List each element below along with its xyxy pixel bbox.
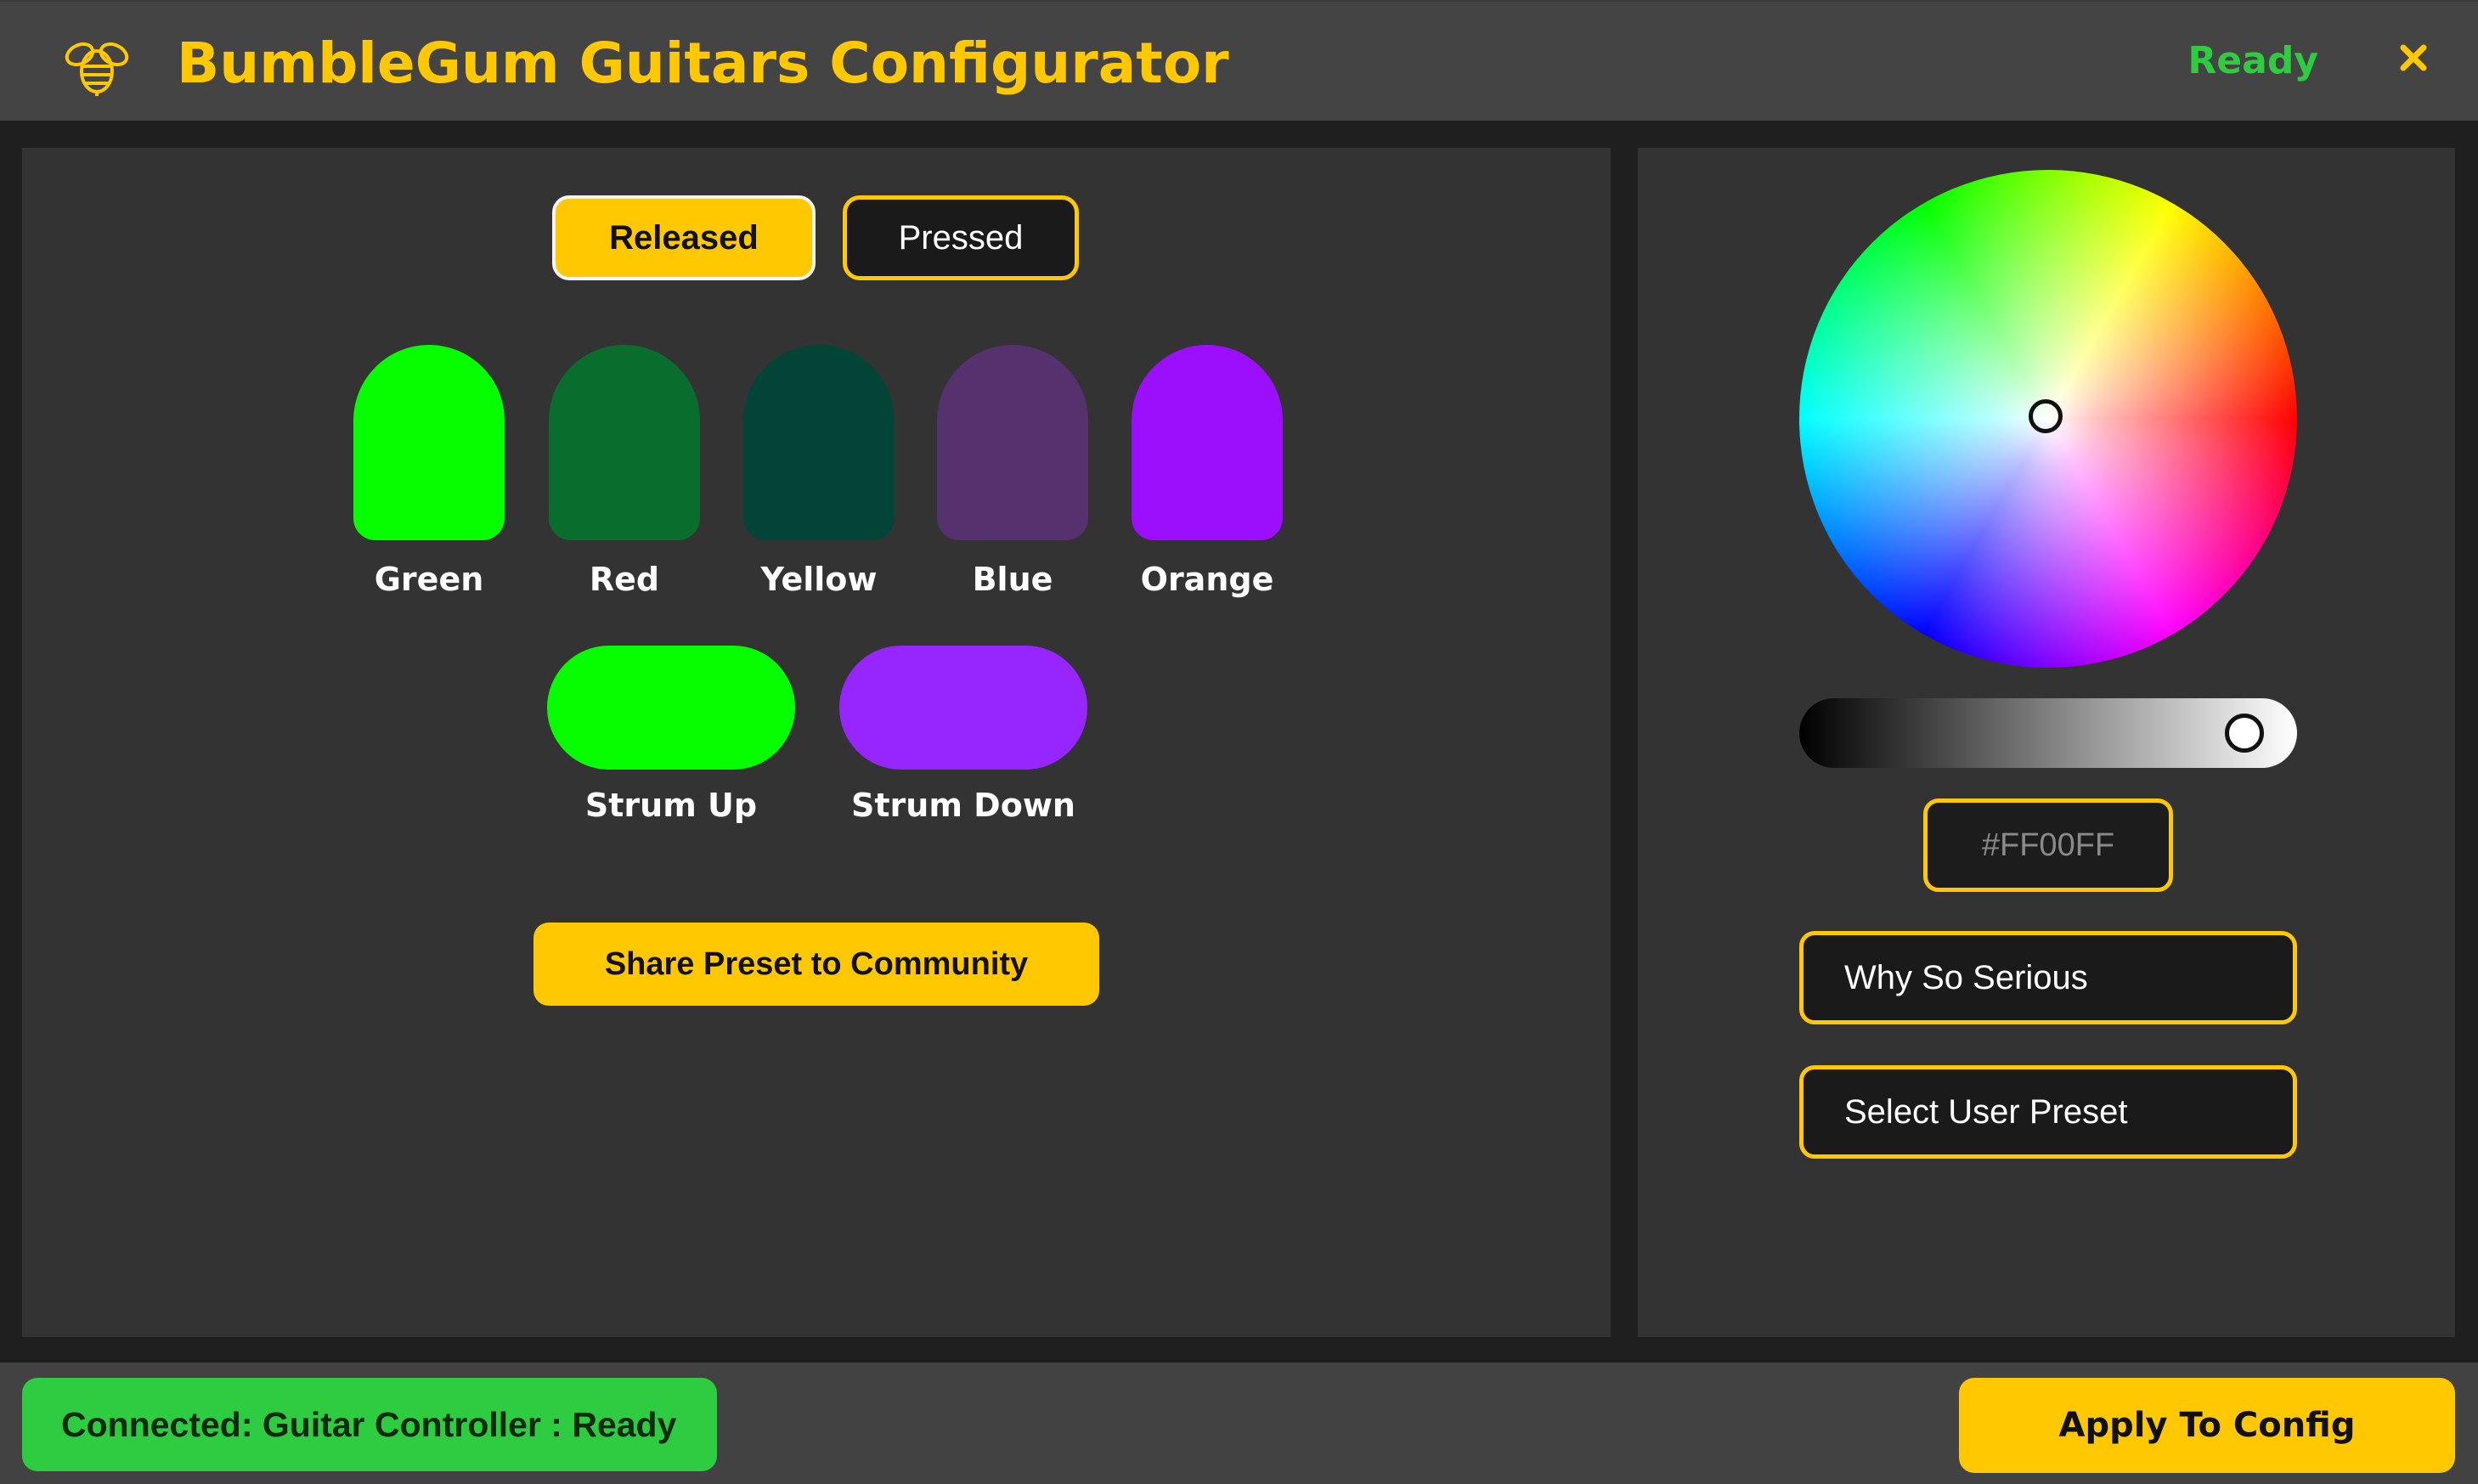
strum-down-label: Strum Down (851, 787, 1075, 824)
fret-label-yellow: Yellow (760, 561, 878, 598)
status-label: Ready (2187, 39, 2318, 82)
fret-label-green: Green (374, 561, 484, 598)
status-bar: Connected: Guitar Controller : Ready App… (0, 1363, 2478, 1484)
strum-up-button[interactable] (547, 646, 795, 770)
fret-button-blue[interactable] (937, 345, 1088, 540)
strum-up-label: Strum Up (584, 787, 758, 824)
fret-button-yellow[interactable] (743, 345, 895, 540)
fret-label-orange: Orange (1140, 561, 1274, 598)
apply-config-button[interactable]: Apply To Config (1959, 1378, 2455, 1473)
fret-button-orange[interactable] (1132, 345, 1283, 540)
user-preset-select[interactable]: Select User Preset (1799, 1065, 2297, 1159)
close-icon[interactable] (2396, 41, 2430, 75)
strum-down-button[interactable] (839, 646, 1087, 770)
connection-status-badge: Connected: Guitar Controller : Ready (22, 1378, 717, 1471)
brightness-slider[interactable] (1799, 698, 2297, 768)
app-title: BumbleGum Guitars Configurator (177, 31, 1229, 96)
brightness-slider-handle[interactable] (2224, 714, 2264, 753)
button-color-panel: Released Pressed Green Red Yellow Blue O… (22, 148, 1611, 1337)
color-picker-panel: Why So Serious Select User Preset (1638, 148, 2455, 1337)
fret-label-red: Red (589, 561, 660, 598)
hex-color-input[interactable] (1923, 798, 2173, 892)
color-wheel-handle[interactable] (2029, 399, 2063, 433)
fret-button-red[interactable] (549, 345, 700, 540)
color-wheel[interactable] (1799, 170, 2297, 668)
fret-button-green[interactable] (353, 345, 505, 540)
title-bar: BumbleGum Guitars Configurator Ready (0, 0, 2478, 121)
tab-pressed[interactable]: Pressed (843, 195, 1079, 280)
bee-icon (65, 42, 129, 96)
tab-released[interactable]: Released (552, 195, 816, 280)
fret-label-blue: Blue (972, 561, 1053, 598)
builtin-preset-select[interactable]: Why So Serious (1799, 931, 2297, 1024)
share-preset-button[interactable]: Share Preset to Community (533, 923, 1099, 1006)
